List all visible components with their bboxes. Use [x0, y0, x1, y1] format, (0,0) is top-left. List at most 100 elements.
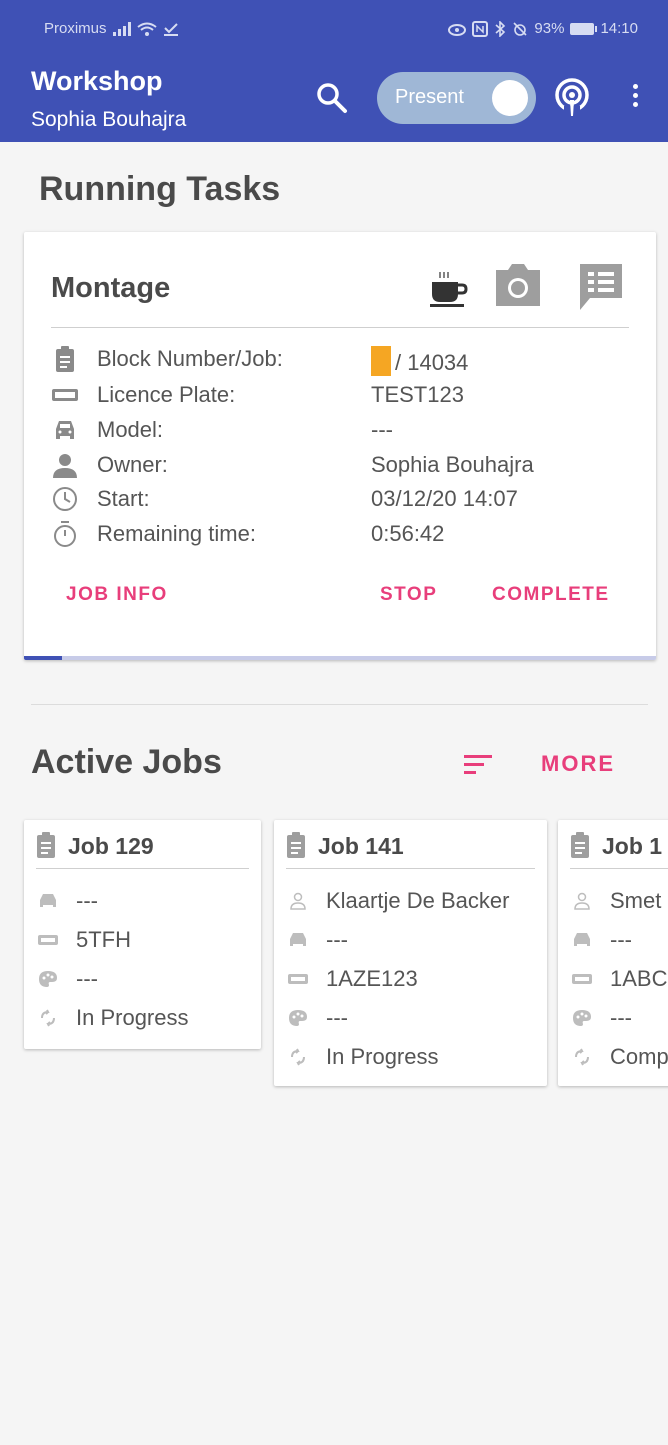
stop-button[interactable]: STOP	[380, 584, 437, 606]
app-title: Workshop	[31, 66, 163, 96]
job-row-text: Klaartje De Backer	[326, 888, 510, 913]
job-row-text: In Progress	[76, 1005, 189, 1030]
job-row-status: In Progress	[38, 1005, 189, 1035]
battery-icon	[570, 22, 598, 35]
licence-plate-icon	[52, 389, 78, 401]
job-row-color: ---	[572, 1005, 632, 1035]
search-icon[interactable]	[314, 80, 348, 114]
sync-icon	[291, 1048, 305, 1066]
field-licence-plate: Licence Plate: TEST123	[51, 380, 631, 412]
section-divider	[31, 704, 648, 705]
job-row-text: ---	[76, 966, 98, 991]
job-divider	[286, 868, 535, 869]
job-info-button[interactable]: JOB INFO	[66, 584, 168, 606]
job-title: Job 1	[570, 832, 662, 860]
app-bar: Workshop Sophia Bouhajra Present	[0, 52, 668, 142]
active-jobs-heading: Active Jobs	[31, 743, 222, 781]
licence-plate-icon	[572, 974, 592, 984]
clipboard-icon	[571, 832, 589, 858]
person-outline-icon	[574, 892, 590, 910]
task-progress-bar	[24, 656, 656, 660]
job-card[interactable]: Job 1 Smet --- 1ABC --- Comp	[558, 820, 668, 1086]
job-title-text: Job 129	[68, 833, 154, 859]
podcast-icon[interactable]	[552, 78, 592, 118]
app-subtitle: Sophia Bouhajra	[31, 108, 187, 131]
field-model: Model: ---	[51, 415, 631, 447]
task-divider	[51, 327, 629, 328]
job-card[interactable]: Job 141 Klaartje De Backer --- 1AZE123 -…	[274, 820, 547, 1086]
job-card[interactable]: Job 129 --- 5TFH --- In Progress	[24, 820, 261, 1049]
car-icon	[290, 933, 306, 946]
toggle-knob	[492, 80, 528, 116]
person-outline-icon	[290, 892, 306, 910]
field-label: Start:	[97, 486, 150, 511]
stopwatch-icon	[54, 521, 76, 547]
clipboard-icon	[287, 832, 305, 858]
job-row-text: 1AZE123	[326, 966, 418, 991]
overflow-menu-icon[interactable]	[630, 84, 640, 114]
job-row-plate: 1AZE123	[288, 966, 418, 996]
palette-icon	[573, 1010, 591, 1026]
block-number-highlight	[371, 346, 391, 376]
job-row-text: 5TFH	[76, 927, 131, 952]
job-row-text: ---	[326, 927, 348, 952]
job-row-text: ---	[76, 888, 98, 913]
job-title: Job 129	[36, 832, 154, 860]
complete-button[interactable]: COMPLETE	[492, 584, 610, 606]
job-row-model: ---	[38, 888, 98, 918]
more-button[interactable]: MORE	[541, 751, 615, 777]
field-label: Owner:	[97, 452, 168, 477]
licence-plate-icon	[38, 935, 58, 945]
clock-icon	[53, 487, 77, 511]
field-label: Model:	[97, 417, 164, 442]
presence-toggle[interactable]: Present	[377, 72, 536, 124]
task-progress-fill	[24, 656, 62, 660]
signal-icon	[112, 21, 131, 36]
job-row-text: ---	[610, 1005, 632, 1030]
clipboard-icon	[56, 346, 74, 372]
clipboard-icon	[37, 832, 55, 858]
sort-icon[interactable]	[462, 752, 494, 778]
palette-icon	[39, 971, 57, 987]
person-icon	[53, 454, 77, 478]
field-block-number: Block Number/Job: / 14034	[51, 344, 631, 376]
nfc-icon	[472, 20, 489, 37]
sync-icon	[575, 1048, 589, 1066]
job-row-model: ---	[288, 927, 348, 957]
field-value: 03/12/20 14:07	[371, 486, 518, 511]
field-value: Sophia Bouhajra	[371, 452, 534, 477]
job-row-status: Comp	[572, 1044, 668, 1074]
notes-icon[interactable]	[576, 262, 626, 312]
block-job-value: / 14034	[395, 350, 469, 375]
job-row-text: ---	[610, 927, 632, 952]
task-name: Montage	[51, 272, 171, 304]
sync-icon	[41, 1009, 55, 1027]
camera-icon[interactable]	[494, 264, 542, 308]
job-divider	[36, 868, 249, 869]
job-title: Job 141	[286, 832, 404, 860]
licence-plate-icon	[288, 974, 308, 984]
bluetooth-icon	[495, 20, 506, 37]
job-row-status: In Progress	[288, 1044, 439, 1074]
running-tasks-heading: Running Tasks	[39, 170, 281, 208]
job-row-color: ---	[38, 966, 98, 996]
job-row-text: Smet	[610, 888, 662, 913]
car-icon	[56, 421, 74, 439]
job-row-text: ---	[326, 1005, 348, 1030]
presence-toggle-label: Present	[395, 86, 464, 108]
job-row-color: ---	[288, 1005, 348, 1035]
job-divider	[570, 868, 668, 869]
eye-icon	[448, 23, 467, 36]
car-icon	[40, 894, 56, 907]
job-row-plate: 1ABC	[572, 966, 667, 996]
job-row-text: 1ABC	[610, 966, 668, 991]
wifi-icon	[136, 22, 157, 36]
field-owner: Owner: Sophia Bouhajra	[51, 450, 631, 482]
job-row-plate: 5TFH	[38, 927, 131, 957]
carrier-name: Proximus	[44, 20, 107, 37]
coffee-icon[interactable]	[428, 268, 468, 308]
alarm-off-icon	[513, 21, 527, 36]
job-row-text: Comp	[610, 1044, 668, 1069]
job-row-text: In Progress	[326, 1044, 439, 1069]
job-row-owner: Smet	[572, 888, 661, 918]
